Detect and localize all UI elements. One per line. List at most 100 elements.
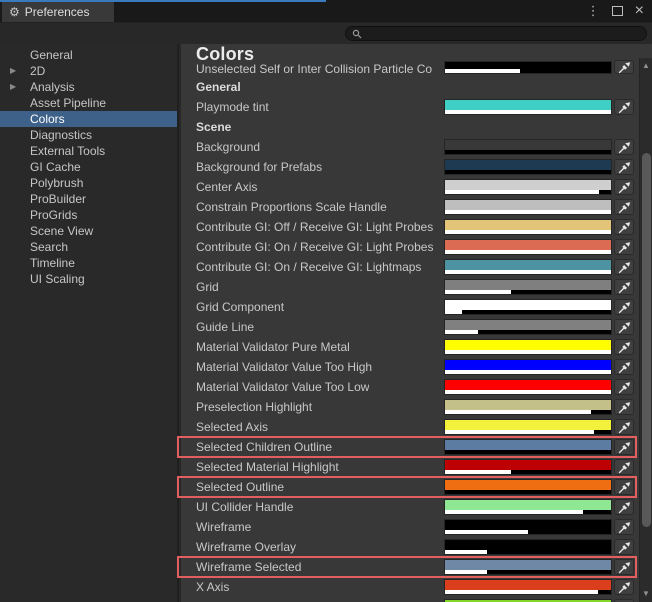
- color-row: Selected Material Highlight: [176, 457, 639, 477]
- color-swatch[interactable]: [444, 159, 612, 175]
- color-swatch[interactable]: [444, 319, 612, 335]
- sidebar-item-label: Diagnostics: [30, 128, 93, 142]
- eyedropper-button[interactable]: [614, 319, 634, 335]
- color-row: Constrain Proportions Scale Handle: [176, 197, 639, 217]
- alpha-bar: [445, 470, 611, 474]
- swatch-color: [445, 340, 611, 350]
- foldout-icon[interactable]: ▶: [10, 63, 16, 79]
- color-row: Grid: [176, 277, 639, 297]
- sidebar-item-external-tools[interactable]: External Tools: [0, 143, 177, 159]
- color-swatch[interactable]: [444, 419, 612, 435]
- scrollbar[interactable]: ▲ ▼: [639, 44, 652, 602]
- scrollbar-track[interactable]: ▲ ▼: [639, 58, 652, 602]
- color-swatch[interactable]: [444, 339, 612, 355]
- scroll-up-icon[interactable]: ▲: [640, 59, 652, 73]
- eyedropper-button[interactable]: [614, 339, 634, 355]
- alpha-bar: [445, 69, 611, 73]
- sidebar-item-analysis[interactable]: ▶ Analysis: [0, 79, 177, 95]
- close-icon[interactable]: ×: [635, 3, 644, 19]
- row-label: Background: [196, 140, 261, 154]
- swatch-color: [445, 240, 611, 250]
- eyedropper-button[interactable]: [614, 359, 634, 375]
- row-label: Preselection Highlight: [196, 400, 313, 414]
- eyedropper-button[interactable]: [614, 159, 634, 175]
- sidebar-item-label: 2D: [30, 64, 46, 78]
- color-swatch[interactable]: [444, 439, 612, 455]
- sidebar-item-ui-scaling[interactable]: UI Scaling: [0, 271, 177, 287]
- eyedropper-button[interactable]: [614, 379, 634, 395]
- eyedropper-button[interactable]: [614, 519, 634, 535]
- foldout-icon[interactable]: ▶: [10, 79, 16, 95]
- maximize-icon[interactable]: [611, 6, 623, 16]
- color-swatch[interactable]: [444, 479, 612, 495]
- eyedropper-button[interactable]: [614, 559, 634, 575]
- eyedropper-button[interactable]: [614, 399, 634, 415]
- tab-label: Preferences: [24, 5, 90, 19]
- eyedropper-button[interactable]: [614, 139, 634, 155]
- eyedropper-button[interactable]: [614, 479, 634, 495]
- color-swatch[interactable]: [444, 459, 612, 475]
- sidebar-item-label: ProBuilder: [30, 192, 87, 206]
- color-swatch[interactable]: [444, 259, 612, 275]
- color-swatch[interactable]: [444, 399, 612, 415]
- sidebar-item-general[interactable]: General: [0, 47, 177, 63]
- eyedropper-button[interactable]: [614, 239, 634, 255]
- sidebar-item-colors[interactable]: Colors: [0, 111, 177, 127]
- menu-icon[interactable]: ⋮: [587, 3, 600, 19]
- color-swatch[interactable]: [444, 519, 612, 535]
- eyedropper-button[interactable]: [614, 439, 634, 455]
- sidebar-item-probuilder[interactable]: ProBuilder: [0, 191, 177, 207]
- row-label: Wireframe Selected: [196, 560, 302, 574]
- color-swatch[interactable]: [444, 239, 612, 255]
- color-swatch[interactable]: [444, 219, 612, 235]
- scrollbar-thumb[interactable]: [642, 153, 651, 527]
- search-input[interactable]: [366, 27, 640, 40]
- eyedropper-button[interactable]: [614, 179, 634, 195]
- search-bar[interactable]: [345, 26, 647, 41]
- swatch-color: [445, 380, 611, 390]
- color-swatch[interactable]: [444, 99, 612, 115]
- eyedropper-button[interactable]: [614, 60, 634, 74]
- color-swatch[interactable]: [444, 299, 612, 315]
- sidebar-item-label: UI Scaling: [30, 272, 85, 286]
- row-label: Contribute GI: Off / Receive GI: Light P…: [196, 220, 434, 234]
- eyedropper-button[interactable]: [614, 259, 634, 275]
- eyedropper-button[interactable]: [614, 199, 634, 215]
- color-swatch[interactable]: [444, 499, 612, 515]
- row-label: Unselected Self or Inter Collision Parti…: [196, 62, 433, 76]
- color-swatch[interactable]: [444, 199, 612, 215]
- tab-preferences[interactable]: ⚙ Preferences: [2, 2, 114, 22]
- sidebar-item-progrids[interactable]: ProGrids: [0, 207, 177, 223]
- eyedropper-button[interactable]: [614, 299, 634, 315]
- sidebar-item-scene-view[interactable]: Scene View: [0, 223, 177, 239]
- alpha-bar: [445, 350, 611, 354]
- eyedropper-button[interactable]: [614, 579, 634, 595]
- eyedropper-button[interactable]: [614, 99, 634, 115]
- color-swatch[interactable]: [444, 279, 612, 295]
- sidebar-item-diagnostics[interactable]: Diagnostics: [0, 127, 177, 143]
- eyedropper-button[interactable]: [614, 419, 634, 435]
- sidebar-item-gi-cache[interactable]: GI Cache: [0, 159, 177, 175]
- eyedropper-button[interactable]: [614, 279, 634, 295]
- color-swatch[interactable]: [444, 359, 612, 375]
- eyedropper-button[interactable]: [614, 219, 634, 235]
- sidebar-item-label: ProGrids: [30, 208, 78, 222]
- color-swatch[interactable]: [444, 179, 612, 195]
- eyedropper-button[interactable]: [614, 459, 634, 475]
- color-swatch[interactable]: [444, 61, 612, 74]
- color-swatch[interactable]: [444, 139, 612, 155]
- sidebar-item-asset-pipeline[interactable]: Asset Pipeline: [0, 95, 177, 111]
- color-swatch[interactable]: [444, 579, 612, 595]
- sidebar-item-search[interactable]: Search: [0, 239, 177, 255]
- eyedropper-button[interactable]: [614, 539, 634, 555]
- eyedropper-button[interactable]: [614, 499, 634, 515]
- sidebar-item-polybrush[interactable]: Polybrush: [0, 175, 177, 191]
- scroll-down-icon[interactable]: ▼: [640, 587, 652, 601]
- color-swatch[interactable]: [444, 539, 612, 555]
- row-label: Center Axis: [196, 180, 258, 194]
- sidebar-item-2d[interactable]: ▶ 2D: [0, 63, 177, 79]
- alpha-bar: [445, 110, 611, 114]
- color-swatch[interactable]: [444, 559, 612, 575]
- color-swatch[interactable]: [444, 379, 612, 395]
- sidebar-item-timeline[interactable]: Timeline: [0, 255, 177, 271]
